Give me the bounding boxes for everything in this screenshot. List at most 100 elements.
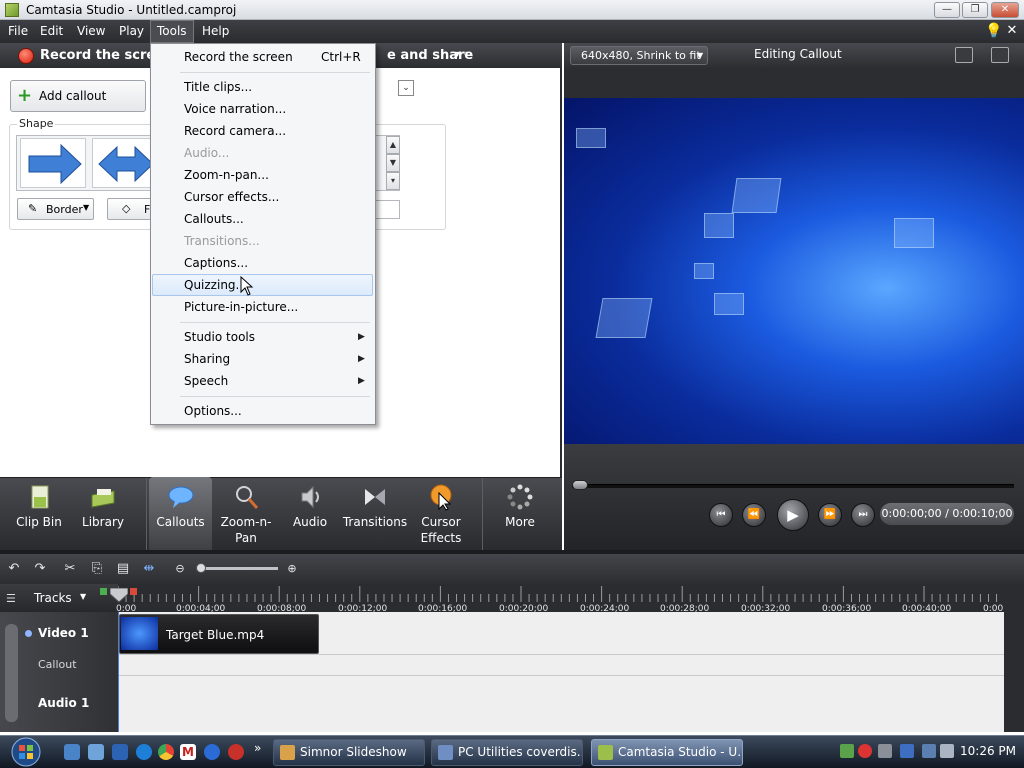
zoom-in-icon[interactable]: ⊕ (283, 560, 301, 578)
menu-play[interactable]: Play (113, 20, 150, 43)
media-player-icon[interactable] (228, 744, 244, 760)
redo-icon[interactable]: ↷ (31, 560, 49, 578)
chevron-down-icon[interactable]: ▾ ▿ (455, 49, 468, 60)
paste-icon[interactable]: ▤ (114, 560, 132, 578)
menu-item-quizzing[interactable]: Quizzing... (184, 278, 247, 292)
shape-double-arrow[interactable] (92, 138, 158, 188)
rewind-button[interactable]: ⏪ (742, 503, 766, 527)
preview-size-dropdown[interactable]: 640x480, Shrink to fit ▼ (570, 46, 708, 65)
track-expand-icon[interactable] (25, 630, 32, 637)
playhead[interactable] (110, 588, 128, 602)
detach-preview-icon[interactable] (991, 47, 1009, 63)
slideshow-app-icon (280, 745, 295, 760)
tab-cursor-effects[interactable]: Cursor Effects (410, 477, 472, 550)
switch-windows-icon[interactable] (88, 744, 104, 760)
selection-start-marker[interactable] (100, 588, 107, 595)
tracks-label[interactable]: Tracks (34, 591, 72, 605)
close-icon[interactable]: ✕ (1004, 22, 1020, 40)
network-icon[interactable] (922, 744, 936, 758)
play-button[interactable]: ▶ (777, 499, 809, 531)
collapse-icon[interactable]: ⌄ (398, 80, 414, 96)
internet-explorer-icon[interactable] (136, 744, 152, 760)
taskbar-clock[interactable]: 10:26 PM (960, 744, 1016, 758)
tab-clip-bin[interactable]: Clip Bin (8, 477, 70, 550)
menu-help[interactable]: Help (196, 20, 235, 43)
menu-item-voice-narration[interactable]: Voice narration... (184, 102, 286, 116)
menu-item-callouts[interactable]: Callouts... (184, 212, 244, 226)
timeline-vertical-scrollbar[interactable] (1004, 584, 1024, 732)
tray-app-icon[interactable] (878, 744, 892, 758)
menu-item-captions[interactable]: Captions... (184, 256, 248, 270)
fit-window-icon[interactable] (955, 47, 973, 63)
messenger-icon[interactable] (204, 744, 220, 760)
menu-item-cursor-effects[interactable]: Cursor effects... (184, 190, 279, 204)
scrubber-thumb[interactable] (572, 480, 588, 490)
previous-clip-button[interactable]: ⏮ (709, 503, 733, 527)
menu-view[interactable]: View (71, 20, 111, 43)
gmail-icon[interactable]: M (180, 744, 196, 760)
add-callout-button[interactable]: + Add callout (10, 80, 146, 112)
tray-app-icon[interactable] (900, 744, 914, 758)
fast-forward-button[interactable]: ⏩ (818, 503, 842, 527)
add-callout-label: Add callout (39, 89, 107, 103)
callout-text-field[interactable] (373, 200, 400, 219)
maximize-button[interactable]: ❐ (962, 2, 988, 18)
shape-right-arrow[interactable] (20, 138, 86, 188)
gallery-scroll-up[interactable]: ▲ (386, 136, 400, 154)
taskbar-button-pc-utilities[interactable]: PC Utilities coverdis... (431, 739, 583, 766)
tab-zoom-n-pan[interactable]: Zoom-n- Pan (214, 477, 278, 550)
border-button[interactable]: ✎ Border ▼ (17, 198, 94, 220)
gallery-expand[interactable]: ▾ (386, 172, 400, 190)
tab-callouts[interactable]: Callouts (149, 477, 212, 550)
menu-item-record-camera[interactable]: Record camera... (184, 124, 286, 138)
tracks-menu-icon[interactable]: ☰ (6, 592, 16, 605)
menu-file[interactable]: File (2, 20, 34, 43)
tab-more[interactable]: More (488, 477, 552, 550)
menu-item-speech[interactable]: Speech (184, 374, 228, 388)
menu-item-record-screen[interactable]: Record the screen (184, 50, 293, 64)
tray-alert-icon[interactable] (858, 744, 872, 758)
track-name-callout[interactable]: Callout (38, 658, 77, 671)
chrome-icon[interactable] (158, 744, 174, 760)
menu-item-studio-tools[interactable]: Studio tools (184, 330, 255, 344)
taskbar-button-simnor[interactable]: Simnor Slideshow (273, 739, 425, 766)
volume-icon[interactable] (940, 744, 954, 758)
track-name-audio-1[interactable]: Audio 1 (38, 696, 89, 710)
next-clip-button[interactable]: ⏭ (851, 503, 875, 527)
menu-tools[interactable]: Tools (150, 20, 194, 43)
menu-item-options[interactable]: Options... (184, 404, 242, 418)
undo-icon[interactable]: ↶ (5, 560, 23, 578)
tab-library[interactable]: Library (72, 477, 134, 550)
copy-icon[interactable]: ⎘ (88, 560, 106, 578)
timeline-zoom-slider[interactable] (198, 567, 278, 570)
menu-item-zoom-n-pan[interactable]: Zoom-n-pan... (184, 168, 269, 182)
close-button[interactable]: ✕ (991, 2, 1019, 18)
selection-end-marker[interactable] (130, 588, 137, 595)
record-icon[interactable] (18, 48, 34, 64)
menu-item-picture-in-picture[interactable]: Picture-in-picture... (184, 300, 298, 314)
taskbar-button-camtasia[interactable]: Camtasia Studio - U... (591, 739, 743, 766)
menu-edit[interactable]: Edit (34, 20, 69, 43)
video-preview[interactable] (564, 98, 1024, 444)
menu-item-title-clips[interactable]: Title clips... (184, 80, 252, 94)
explorer-icon[interactable] (112, 744, 128, 760)
tray-app-icon[interactable] (840, 744, 854, 758)
tab-audio[interactable]: Audio (280, 477, 340, 550)
track-scroll-handle[interactable] (5, 624, 18, 722)
lightbulb-icon[interactable]: 💡 (985, 23, 1002, 39)
tab-transitions[interactable]: Transitions (340, 477, 410, 550)
chevron-down-icon[interactable]: ▼ (80, 592, 86, 601)
playback-scrubber[interactable] (572, 484, 1014, 488)
zoom-out-icon[interactable]: ⊖ (171, 560, 189, 578)
track-name-video-1[interactable]: Video 1 (38, 626, 89, 640)
tab-label: Library (82, 515, 124, 529)
cut-icon[interactable]: ✂ (61, 560, 79, 578)
gallery-scroll-down[interactable]: ▼ (386, 154, 400, 172)
windows-start-icon[interactable] (6, 735, 46, 768)
zoom-slider-thumb[interactable] (196, 563, 206, 573)
menu-item-sharing[interactable]: Sharing (184, 352, 230, 366)
split-icon[interactable]: ⇹ (140, 560, 158, 578)
show-desktop-icon[interactable] (64, 744, 80, 760)
minimize-button[interactable]: — (934, 2, 960, 18)
quicklaunch-overflow-icon[interactable]: » (254, 741, 261, 755)
